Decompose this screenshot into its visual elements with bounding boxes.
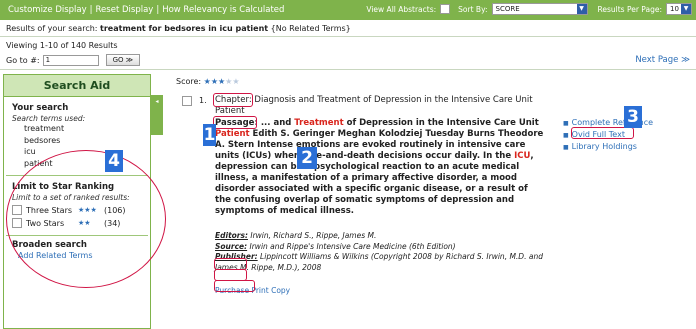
search-term: bedsores bbox=[24, 135, 61, 145]
search-aid-title: Search Aid bbox=[4, 75, 150, 97]
view-abstracts-checkbox[interactable] bbox=[440, 4, 451, 14]
publisher-value: Lippincott Williams & Wilkins (Copyright… bbox=[215, 252, 543, 272]
next-page-link[interactable]: Next Page ≫ bbox=[635, 55, 690, 65]
sort-by-value: SCORE bbox=[495, 5, 520, 13]
your-search-heading: Your search bbox=[12, 103, 69, 113]
chevron-down-icon: ▼ bbox=[681, 4, 691, 14]
annotation-box-ovid bbox=[571, 127, 634, 139]
editors-value: Irwin, Richard S., Rippe, James M. bbox=[247, 231, 377, 240]
collapse-sidebar-tab[interactable]: ◂ bbox=[151, 95, 163, 135]
bullet-icon: ■ bbox=[563, 144, 569, 151]
goto-input[interactable]: 1 bbox=[42, 54, 99, 66]
view-abstracts-label: View All Abstracts: bbox=[366, 4, 437, 14]
divider bbox=[0, 36, 696, 37]
highlight-term: Treatment bbox=[294, 118, 344, 128]
annotation-box-publisher bbox=[214, 280, 255, 292]
highlight-term: Patient bbox=[215, 129, 250, 139]
per-page-value: 10 bbox=[670, 5, 679, 13]
source-value: Irwin and Rippe's Intensive Care Medicin… bbox=[247, 241, 456, 251]
library-holdings-label: Library Holdings bbox=[571, 142, 637, 151]
customize-display-link[interactable]: Customize Display bbox=[8, 5, 87, 15]
highlight-term: ICU bbox=[514, 151, 531, 161]
result-number: 1. bbox=[199, 96, 207, 105]
annotation-box-chapter bbox=[213, 93, 253, 107]
search-summary: Results of your search: treatment for be… bbox=[6, 24, 351, 33]
editors-line: Editors: Irwin, Richard S., Rippe, James… bbox=[215, 231, 545, 242]
result-passage: Passage: ... and Treatment of Depression… bbox=[215, 118, 545, 217]
go-button[interactable]: GO ≫ bbox=[105, 54, 141, 66]
toolbar-separator: | bbox=[89, 5, 93, 15]
results-toolbar: Customize Display | Reset Display | How Rele… bbox=[0, 0, 696, 20]
bullet-icon: ■ bbox=[563, 132, 569, 139]
per-page-select[interactable]: 10 ▼ bbox=[666, 3, 692, 15]
result-citation: Editors: Irwin, Richard S., Rippe, James… bbox=[215, 231, 545, 273]
reset-display-link[interactable]: Reset Display bbox=[96, 5, 154, 15]
summary-query: treatment for bedsores in icu patient bbox=[100, 24, 269, 33]
chapter-title[interactable]: Diagnosis and Treatment of Depression in… bbox=[215, 95, 533, 116]
result-checkbox[interactable] bbox=[182, 96, 192, 106]
publisher-line: Publisher: Lippincott Williams & Wilkins… bbox=[215, 252, 545, 273]
sort-by-label: Sort By: bbox=[458, 4, 488, 14]
toolbar-links: Customize Display | Reset Display | How Rele… bbox=[8, 5, 284, 15]
passage-text: Edith S. Geringer Meghan Kolodziej Tuesd… bbox=[215, 129, 544, 161]
annotation-number: 1 bbox=[203, 124, 216, 146]
divider bbox=[0, 69, 696, 70]
source-line: Source: Irwin and Rippe's Intensive Care… bbox=[215, 242, 545, 253]
terms-used-label: Search terms used: bbox=[12, 114, 86, 123]
purchase-print-link[interactable]: Purchase Print Copy bbox=[215, 285, 545, 296]
result-chapter: Chapter: Diagnosis and Treatment of Depr… bbox=[215, 95, 545, 117]
goto-label: Go to #: bbox=[6, 55, 40, 65]
passage-text: ... and bbox=[260, 118, 295, 128]
annotation-number: 3 bbox=[624, 106, 642, 128]
editors-label: Editors: bbox=[215, 231, 248, 240]
summary-prefix: Results of your search: bbox=[6, 24, 98, 33]
annotation-oval-sidebar bbox=[6, 150, 166, 288]
annotation-number: 2 bbox=[297, 147, 317, 169]
goto-form: Go to #: 1 GO ≫ bbox=[6, 54, 141, 66]
sort-by-select[interactable]: SCORE ▼ bbox=[491, 3, 588, 15]
result-score: Score: ★★★★★ bbox=[176, 77, 240, 86]
library-holdings-link[interactable]: ■ Library Holdings bbox=[563, 141, 653, 153]
relevancy-link[interactable]: How Relevancy is Calculated bbox=[162, 5, 284, 15]
per-page-label: Results Per Page: bbox=[597, 4, 663, 14]
score-label: Score: bbox=[176, 77, 202, 86]
toolbar-separator: | bbox=[156, 5, 160, 15]
star-icon: ★★★ bbox=[203, 77, 226, 86]
star-icon: ★★ bbox=[225, 77, 240, 86]
result-body: Chapter: Diagnosis and Treatment of Depr… bbox=[215, 95, 545, 296]
viewing-count: Viewing 1-10 of 140 Results bbox=[6, 41, 118, 50]
passage-text: of Depression in the Intensive Care Unit bbox=[343, 118, 539, 128]
annotation-number: 4 bbox=[105, 150, 123, 172]
chevron-left-icon: ◂ bbox=[155, 98, 159, 105]
source-label: Source: bbox=[215, 241, 248, 251]
annotation-box-passage bbox=[213, 116, 257, 129]
search-term: treatment bbox=[24, 124, 65, 133]
bullet-icon: ■ bbox=[563, 120, 569, 127]
chevron-down-icon: ▼ bbox=[576, 4, 587, 14]
toolbar-controls: View All Abstracts: Sort By: SCORE ▼ Resu… bbox=[366, 3, 692, 15]
summary-suffix: {No Related Terms} bbox=[270, 24, 351, 33]
